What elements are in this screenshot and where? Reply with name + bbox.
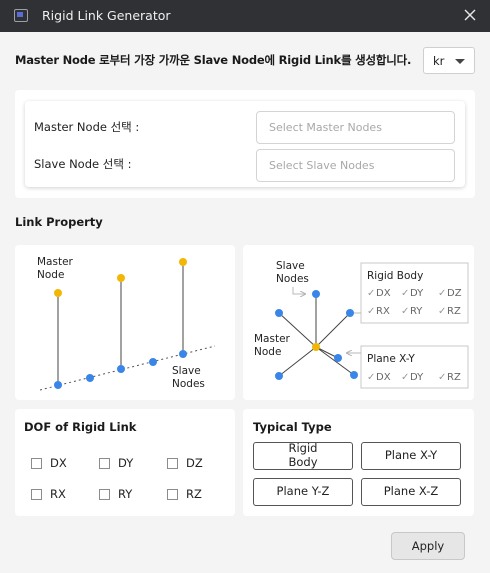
plane-xy-title: Plane X-Y — [367, 353, 415, 365]
rigid-body-button[interactable]: Rigid Body — [253, 441, 353, 470]
dof-tag: RZ — [447, 306, 461, 317]
svg-text:✓: ✓ — [401, 306, 409, 317]
title-bar: Rigid Link Generator — [0, 0, 490, 32]
master-node-input[interactable] — [256, 111, 455, 144]
svg-text:✓: ✓ — [367, 288, 375, 299]
slave-node-dot — [346, 309, 354, 317]
master-node-dot — [312, 343, 320, 351]
dof-checkbox-dz[interactable]: DZ — [167, 456, 203, 470]
slave-node-dot — [350, 371, 358, 379]
slave-node-caption: Nodes — [276, 273, 309, 285]
master-node-dot — [179, 258, 187, 266]
close-button[interactable] — [460, 5, 480, 25]
dof-checkbox-ry[interactable]: RY — [99, 487, 132, 501]
checkbox-icon — [167, 488, 178, 500]
link-diagram-left: Master Node Slave Nodes — [15, 245, 235, 400]
svg-text:✓: ✓ — [367, 306, 375, 317]
svg-text:✓: ✓ — [401, 372, 409, 383]
master-node-caption: Master — [37, 256, 74, 268]
slave-node-caption: Slave — [276, 260, 305, 272]
plane-yz-button[interactable]: Plane Y-Z — [253, 478, 353, 506]
slave-node-dot — [86, 374, 94, 382]
link-property-title: Link Property — [15, 215, 103, 229]
plane-xz-button[interactable]: Plane X-Z — [361, 478, 461, 506]
dof-checkbox-dy[interactable]: DY — [99, 456, 133, 470]
slave-node-dot — [179, 350, 187, 358]
dof-panel: DOF of Rigid Link DX DY DZ RX RY RZ — [15, 409, 235, 516]
language-select[interactable]: kr — [423, 47, 475, 74]
dof-tag: RY — [410, 306, 423, 317]
dof-checkbox-rx[interactable]: RX — [31, 487, 66, 501]
checkbox-icon — [167, 457, 178, 469]
svg-text:✓: ✓ — [438, 306, 446, 317]
description-text: Master Node 로부터 가장 가까운 Slave Node에 Rigid… — [15, 53, 412, 67]
master-node-dot — [117, 274, 125, 282]
dof-tag: DY — [410, 372, 424, 383]
dof-tag: DX — [376, 372, 391, 383]
slave-node-dot — [54, 381, 62, 389]
svg-text:✓: ✓ — [367, 372, 375, 383]
dof-tag: DX — [376, 288, 391, 299]
window-title: Rigid Link Generator — [42, 8, 171, 23]
link-diagram-right: Rigid Body Plane X-Y ✓ DX ✓ DY ✓ DZ ✓ RX ✓ RY… — [243, 245, 474, 400]
dof-tag: DZ — [447, 288, 462, 299]
typical-type-panel: Typical Type Rigid Body Plane X-Y Plane … — [243, 409, 474, 516]
master-slave-illustration: Master Node Slave Nodes — [37, 256, 216, 391]
checkbox-icon — [31, 457, 42, 469]
master-node-label: Master Node 선택 : — [34, 120, 140, 134]
checkbox-icon — [99, 488, 110, 500]
dof-tag: DY — [410, 288, 424, 299]
plane-xy-button[interactable]: Plane X-Y — [361, 442, 461, 470]
dof-checkbox-dx[interactable]: DX — [31, 456, 67, 470]
slave-node-input[interactable] — [256, 149, 455, 182]
typical-type-title: Typical Type — [253, 420, 332, 434]
slave-node-caption: Nodes — [172, 378, 205, 390]
rigid-body-title: Rigid Body — [367, 270, 423, 282]
master-node-caption: Master — [254, 333, 291, 345]
dof-tag: RX — [376, 306, 390, 317]
dof-tag: RZ — [447, 372, 461, 383]
checkbox-icon — [99, 457, 110, 469]
apply-button[interactable]: Apply — [391, 532, 465, 560]
chevron-down-icon — [455, 59, 465, 64]
close-icon — [464, 9, 476, 21]
dof-title: DOF of Rigid Link — [24, 420, 137, 434]
app-icon — [14, 9, 28, 22]
slave-node-dot — [334, 354, 342, 362]
slave-node-caption: Slave — [172, 365, 201, 377]
master-node-caption: Node — [254, 346, 281, 358]
slave-node-dot — [312, 290, 320, 298]
slave-node-dot — [149, 358, 157, 366]
node-selection-card: Master Node 선택 : Slave Node 선택 : — [25, 101, 465, 187]
slave-node-dot — [275, 372, 283, 380]
master-node-caption: Node — [37, 269, 64, 281]
checkbox-icon — [31, 488, 42, 500]
svg-text:✓: ✓ — [438, 372, 446, 383]
slave-node-dot — [275, 309, 283, 317]
svg-text:✓: ✓ — [438, 288, 446, 299]
slave-node-dot — [117, 365, 125, 373]
rigid-body-illustration: Rigid Body Plane X-Y ✓ DX ✓ DY ✓ DZ ✓ RX ✓ RY… — [254, 260, 469, 389]
dof-checkbox-rz[interactable]: RZ — [167, 487, 202, 501]
slave-node-label: Slave Node 선택 : — [34, 157, 132, 171]
language-value: kr — [433, 54, 445, 68]
svg-text:✓: ✓ — [401, 288, 409, 299]
master-node-dot — [54, 289, 62, 297]
